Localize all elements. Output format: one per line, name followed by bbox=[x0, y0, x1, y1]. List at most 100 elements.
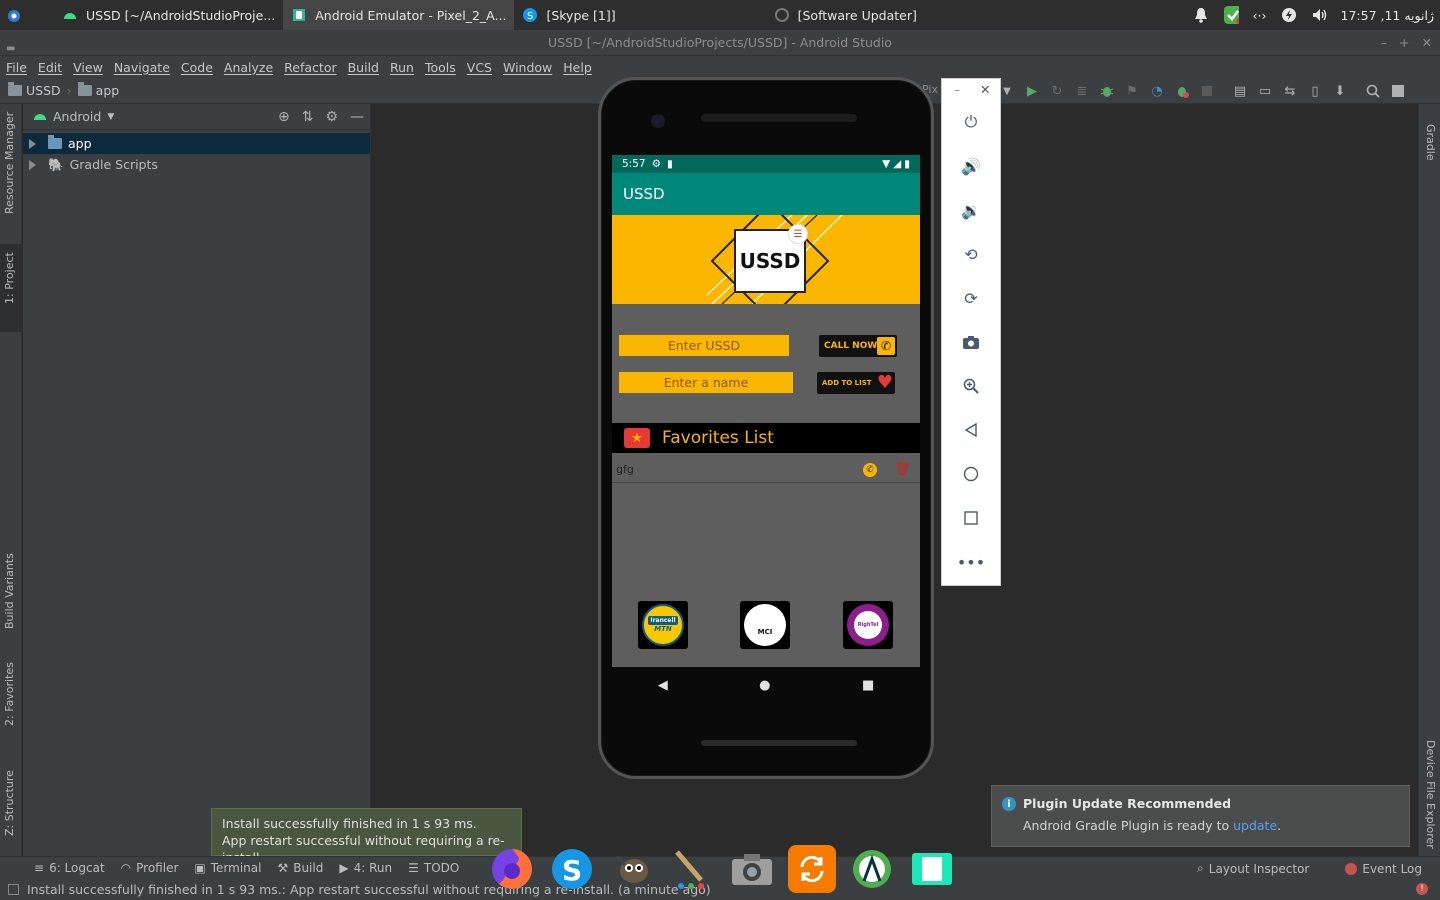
name-input[interactable]: Enter a name bbox=[619, 372, 793, 393]
menu-view[interactable]: View bbox=[73, 60, 103, 75]
tab-logcat[interactable]: ≡ 6: Logcat bbox=[0, 861, 113, 875]
back-icon[interactable] bbox=[959, 418, 983, 442]
breadcrumb-project[interactable]: USSD bbox=[8, 82, 61, 98]
menu-file[interactable]: File bbox=[6, 60, 27, 75]
skype-icon[interactable]: S bbox=[548, 845, 596, 893]
favorite-item[interactable]: gfg ✆ 🗑 bbox=[612, 457, 920, 483]
coverage-icon[interactable] bbox=[1175, 84, 1189, 98]
operator-mci-button[interactable]: MCI bbox=[740, 601, 790, 649]
apply-changes-icon[interactable]: ≣ bbox=[1075, 84, 1089, 99]
volume-down-icon[interactable]: 🔉 bbox=[959, 198, 983, 222]
tab-todo[interactable]: ☰ TODO bbox=[400, 861, 467, 875]
tab-project[interactable]: 1: Project bbox=[0, 244, 22, 332]
android-studio-icon[interactable] bbox=[848, 845, 896, 893]
tab-profiler[interactable]: ◠ Profiler bbox=[113, 861, 187, 875]
notes-app-icon[interactable] bbox=[908, 845, 956, 893]
tree-item-gradle-scripts[interactable]: 🐘 Gradle Scripts bbox=[23, 154, 370, 175]
tab-structure[interactable]: Z: Structure bbox=[0, 764, 22, 848]
tab-run[interactable]: ▶ 4: Run bbox=[331, 861, 400, 875]
menu-refactor[interactable]: Refactor bbox=[284, 60, 336, 75]
call-icon[interactable]: ✆ bbox=[863, 463, 877, 477]
home-icon[interactable] bbox=[959, 462, 983, 486]
menu-navigate[interactable]: Navigate bbox=[114, 60, 170, 75]
system-menu-button[interactable] bbox=[0, 0, 28, 30]
hide-icon[interactable]: — bbox=[350, 109, 364, 125]
overview-icon[interactable] bbox=[959, 506, 983, 530]
menu-tools[interactable]: Tools bbox=[425, 60, 456, 75]
minimize-icon[interactable]: – bbox=[1381, 30, 1387, 56]
menu-vcs[interactable]: VCS bbox=[467, 60, 492, 75]
volume-up-icon[interactable]: 🔊 bbox=[959, 154, 983, 178]
sync-app-icon[interactable] bbox=[788, 845, 836, 893]
sync-gradle-icon[interactable]: ⇆ bbox=[1283, 84, 1297, 99]
tree-item-app[interactable]: app bbox=[23, 133, 370, 154]
paint-brush-icon[interactable] bbox=[668, 845, 716, 893]
search-icon[interactable] bbox=[1366, 84, 1380, 98]
bell-icon[interactable] bbox=[1193, 7, 1209, 23]
tab-resource-manager[interactable]: Resource Manager bbox=[0, 104, 22, 234]
minimize-icon[interactable]: – bbox=[954, 82, 960, 97]
tab-event-log[interactable]: Event Log bbox=[1337, 862, 1430, 876]
rotate-left-icon[interactable]: ⟲ bbox=[959, 242, 983, 266]
attach-debugger-icon[interactable]: ⚑ bbox=[1125, 84, 1139, 99]
menu-analyze[interactable]: Analyze bbox=[224, 60, 273, 75]
menu-run[interactable]: Run bbox=[390, 60, 414, 75]
rerun-icon[interactable]: ↻ bbox=[1050, 84, 1064, 99]
sdk-manager-icon[interactable]: ⬇ bbox=[1333, 84, 1347, 99]
clock[interactable]: 17:57 ,11 ژانویه bbox=[1341, 8, 1435, 23]
task-skype[interactable]: S [Skype [1]] bbox=[514, 0, 623, 30]
status-toggle-icon[interactable] bbox=[8, 884, 19, 895]
task-software-updater[interactable]: [Software Updater] bbox=[624, 0, 925, 30]
tab-terminal[interactable]: ▣ Terminal bbox=[186, 861, 269, 875]
menu-build[interactable]: Build bbox=[348, 60, 379, 75]
update-link[interactable]: update bbox=[1233, 818, 1277, 833]
chevron-down-icon[interactable]: ▼ bbox=[107, 112, 114, 122]
maximize-icon[interactable]: + bbox=[1399, 30, 1409, 56]
ussd-input[interactable]: Enter USSD bbox=[619, 335, 789, 356]
breadcrumb-module[interactable]: app bbox=[77, 82, 119, 98]
tab-device-file-explorer[interactable]: Device File Explorer bbox=[1419, 724, 1440, 849]
tab-layout-inspector[interactable]: ⌕ Layout Inspector bbox=[1189, 861, 1317, 876]
expand-arrow-icon[interactable] bbox=[29, 159, 36, 170]
locate-icon[interactable]: ⊕ bbox=[278, 109, 290, 125]
firefox-icon[interactable] bbox=[488, 845, 536, 893]
call-now-button[interactable]: CALL NOW ✆ bbox=[819, 335, 897, 357]
rotate-right-icon[interactable]: ⟳ bbox=[959, 286, 983, 310]
account-icon[interactable] bbox=[1391, 84, 1405, 98]
tab-build-variants[interactable]: Build Variants bbox=[0, 549, 22, 645]
menu-window[interactable]: Window bbox=[503, 60, 552, 75]
close-icon[interactable]: ✕ bbox=[1422, 30, 1432, 56]
delete-icon[interactable]: 🗑 bbox=[894, 462, 911, 477]
stop-icon[interactable] bbox=[1200, 84, 1214, 98]
tab-gradle[interactable]: Gradle bbox=[1419, 112, 1440, 172]
phone-screen[interactable]: 5:57 ⚙ ▮ ▼ ◢ ▮ USSD USSD ☰ Enter USSD CA… bbox=[612, 155, 920, 667]
network-icon[interactable]: ‹·› bbox=[1253, 8, 1267, 23]
project-structure-icon[interactable]: ▤ bbox=[1233, 84, 1247, 99]
tab-build[interactable]: ⚒ Build bbox=[269, 861, 331, 875]
debug-icon[interactable] bbox=[1100, 84, 1114, 98]
menu-help[interactable]: Help bbox=[563, 60, 592, 75]
project-view-selector[interactable]: Android bbox=[53, 109, 101, 124]
collapse-all-icon[interactable]: ⇅ bbox=[302, 109, 314, 125]
overview-icon[interactable]: ■ bbox=[862, 678, 874, 693]
error-icon[interactable]: ! bbox=[1416, 883, 1428, 895]
operator-irancell-button[interactable]: Irancell MTN bbox=[638, 601, 688, 649]
dropdown-arrow-icon[interactable]: ▼ bbox=[1000, 84, 1014, 98]
menu-edit[interactable]: Edit bbox=[38, 60, 62, 75]
tab-favorites[interactable]: 2: Favorites bbox=[0, 662, 22, 748]
menu-code[interactable]: Code bbox=[181, 60, 213, 75]
task-emulator[interactable]: Android Emulator - Pixel_2_A... bbox=[283, 0, 515, 30]
back-icon[interactable]: ◀ bbox=[658, 678, 668, 693]
close-icon[interactable]: ✕ bbox=[980, 82, 990, 97]
camera-app-icon[interactable] bbox=[728, 845, 776, 893]
home-icon[interactable]: ● bbox=[759, 678, 770, 693]
task-android-studio[interactable]: USSD [~/AndroidStudioProje... bbox=[28, 0, 283, 30]
add-to-list-button[interactable]: ADD TO LIST ♥ bbox=[817, 372, 895, 394]
gear-icon[interactable]: ⚙ bbox=[325, 109, 338, 125]
power-icon[interactable]: ⏻ bbox=[959, 110, 983, 134]
layout-editor-icon[interactable]: ▭ bbox=[1258, 84, 1272, 99]
camera-icon[interactable] bbox=[959, 330, 983, 354]
volume-icon[interactable] bbox=[1311, 7, 1327, 23]
expand-arrow-icon[interactable] bbox=[29, 138, 36, 149]
operator-rightel-button[interactable]: RighTel bbox=[843, 601, 893, 649]
